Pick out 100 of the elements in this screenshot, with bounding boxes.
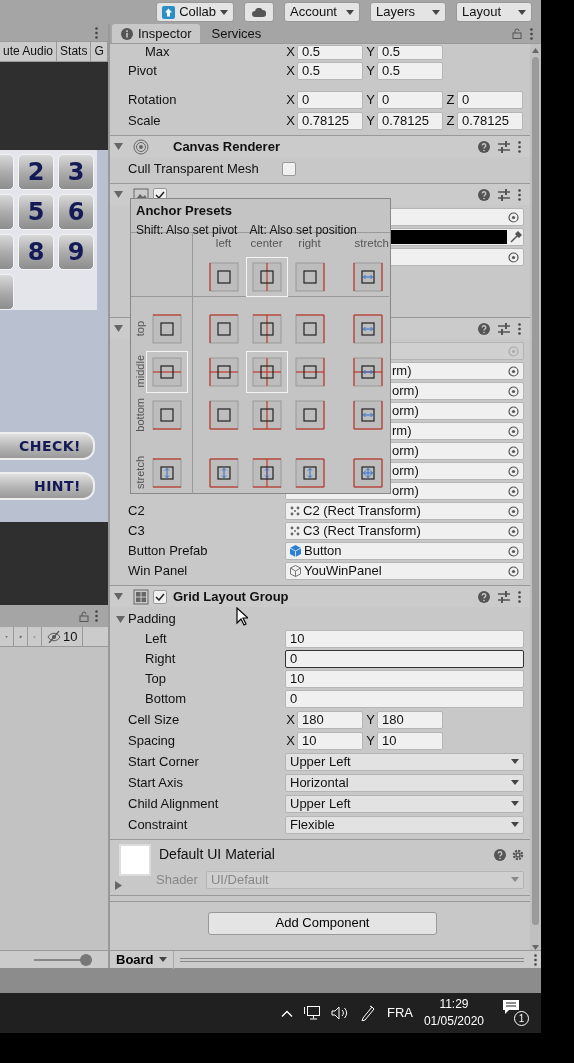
number-field[interactable]: 0 [457, 90, 523, 109]
more-icon[interactable] [95, 610, 98, 622]
more-icon[interactable] [95, 26, 98, 39]
object-field[interactable]: C3 (Rect Transform) [285, 522, 524, 540]
dropdown-button[interactable]: Layers [370, 2, 446, 22]
dropdown-button[interactable]: Layout [456, 2, 532, 22]
object-picker-icon[interactable] [508, 365, 519, 377]
object-picker-icon[interactable] [508, 251, 519, 263]
network-icon[interactable] [303, 1006, 320, 1020]
scrollbar-thumb[interactable] [532, 57, 539, 925]
object-field[interactable]: Button [285, 542, 524, 560]
game-button[interactable]: HINT! [0, 472, 95, 500]
sliders-icon[interactable] [498, 140, 510, 153]
object-picker-icon[interactable] [508, 465, 519, 477]
more-icon[interactable] [518, 140, 521, 153]
object-field[interactable]: YouWinPanel [285, 562, 524, 580]
number-field[interactable]: 0.5 [297, 44, 363, 60]
number-field[interactable]: 0.78125 [297, 111, 363, 130]
more-icon[interactable] [530, 27, 533, 40]
toolbar-tab[interactable]: ute Audio [0, 42, 58, 61]
eyedropper-icon[interactable] [510, 231, 522, 243]
number-tile-button[interactable]: 3 [58, 154, 94, 190]
object-picker-icon[interactable] [508, 385, 519, 397]
dropdown-field[interactable]: Upper Left [285, 794, 524, 813]
number-field[interactable]: 0.78125 [457, 111, 523, 130]
object-picker-icon[interactable] [508, 211, 519, 223]
more-icon[interactable] [518, 188, 521, 201]
number-field[interactable]: 0 [297, 90, 363, 109]
object-picker-icon[interactable] [508, 425, 519, 437]
object-picker-icon[interactable] [508, 545, 519, 557]
game-button[interactable]: CHECK! [0, 432, 95, 460]
dropdown-button[interactable]: Account [284, 2, 360, 22]
collab-button[interactable]: Collab [156, 2, 234, 22]
object-picker-icon[interactable] [508, 445, 519, 457]
help-icon[interactable] [478, 322, 490, 335]
object-picker-icon[interactable] [508, 565, 519, 577]
number-field[interactable]: 180 [377, 710, 443, 729]
slider-thumb[interactable] [80, 953, 92, 966]
volume-icon[interactable] [330, 1006, 349, 1020]
text-field[interactable]: 10 [285, 630, 524, 648]
panel-tab[interactable]: Services [202, 24, 271, 43]
number-field[interactable]: 180 [297, 710, 363, 729]
text-field[interactable]: 0 [285, 650, 524, 668]
number-field[interactable]: 0.5 [377, 44, 443, 60]
foldout-label[interactable]: Padding [128, 609, 176, 629]
settings-icon[interactable] [512, 848, 524, 861]
number-tile-button[interactable]: 8 [18, 234, 54, 270]
help-icon[interactable] [478, 188, 490, 201]
sliders-icon[interactable] [498, 188, 510, 201]
chevron-up-icon[interactable] [280, 1009, 293, 1017]
foldout-arrow-icon[interactable] [116, 614, 125, 624]
anchor-preset-button[interactable] [245, 350, 288, 393]
dropdown-field[interactable]: Horizontal [285, 773, 524, 792]
sliders-icon[interactable] [498, 322, 510, 335]
more-icon[interactable] [518, 322, 521, 335]
more-icon[interactable] [518, 590, 521, 603]
foldout-arrow-icon[interactable] [114, 190, 123, 199]
checkbox[interactable] [282, 162, 296, 176]
foldout-arrow-icon[interactable] [114, 880, 123, 890]
object-picker-icon[interactable] [508, 485, 519, 497]
number-field[interactable]: 10 [377, 731, 443, 750]
toolbar-tab[interactable]: G [91, 42, 108, 61]
notification-button[interactable]: 1 [503, 1000, 529, 1026]
object-picker-icon[interactable] [508, 505, 519, 517]
text-field[interactable]: 0 [285, 690, 524, 708]
cloud-button[interactable] [244, 2, 274, 22]
object-picker-icon[interactable] [508, 525, 519, 537]
number-tile-button[interactable]: 6 [58, 194, 94, 230]
object-picker-icon[interactable] [508, 405, 519, 417]
number-field[interactable]: 0.5 [377, 61, 443, 80]
number-field[interactable]: 10 [297, 731, 363, 750]
help-icon[interactable] [478, 140, 490, 153]
language-indicator[interactable]: FRA [386, 1003, 413, 1023]
number-field[interactable]: 0 [377, 90, 443, 109]
help-icon[interactable] [478, 590, 490, 603]
number-tile-button[interactable]: 9 [58, 234, 94, 270]
number-field[interactable]: 0.5 [297, 61, 363, 80]
number-tile-button[interactable]: 2 [18, 154, 54, 190]
clock[interactable]: 11:29 01/05/2020 [423, 996, 484, 1030]
foldout-arrow-icon[interactable] [114, 142, 123, 151]
anchor-preset-button[interactable] [245, 257, 288, 297]
foldout-arrow-icon[interactable] [114, 592, 123, 601]
add-component-button[interactable]: Add Component [208, 911, 437, 935]
checkbox[interactable] [153, 589, 167, 604]
object-field[interactable]: C2 (Rect Transform) [285, 502, 524, 520]
number-tile-button[interactable]: 5 [18, 194, 54, 230]
dropdown-field[interactable]: Flexible [285, 815, 524, 834]
panel-tab[interactable]: Inspector [112, 24, 201, 43]
scroll-up-icon[interactable] [532, 48, 539, 53]
lock-icon[interactable] [512, 28, 522, 39]
toolbar-tab[interactable]: Stats [57, 42, 92, 61]
sliders-icon[interactable] [498, 590, 510, 603]
text-field[interactable]: 10 [285, 670, 524, 688]
help-icon[interactable] [494, 848, 506, 861]
number-field[interactable]: 0.78125 [377, 111, 443, 130]
anchor-preset-button[interactable] [146, 350, 188, 393]
pen-icon[interactable] [359, 1005, 376, 1021]
zoom-slider[interactable] [34, 953, 92, 966]
more-icon[interactable] [534, 953, 537, 966]
lock-icon[interactable] [79, 610, 89, 622]
